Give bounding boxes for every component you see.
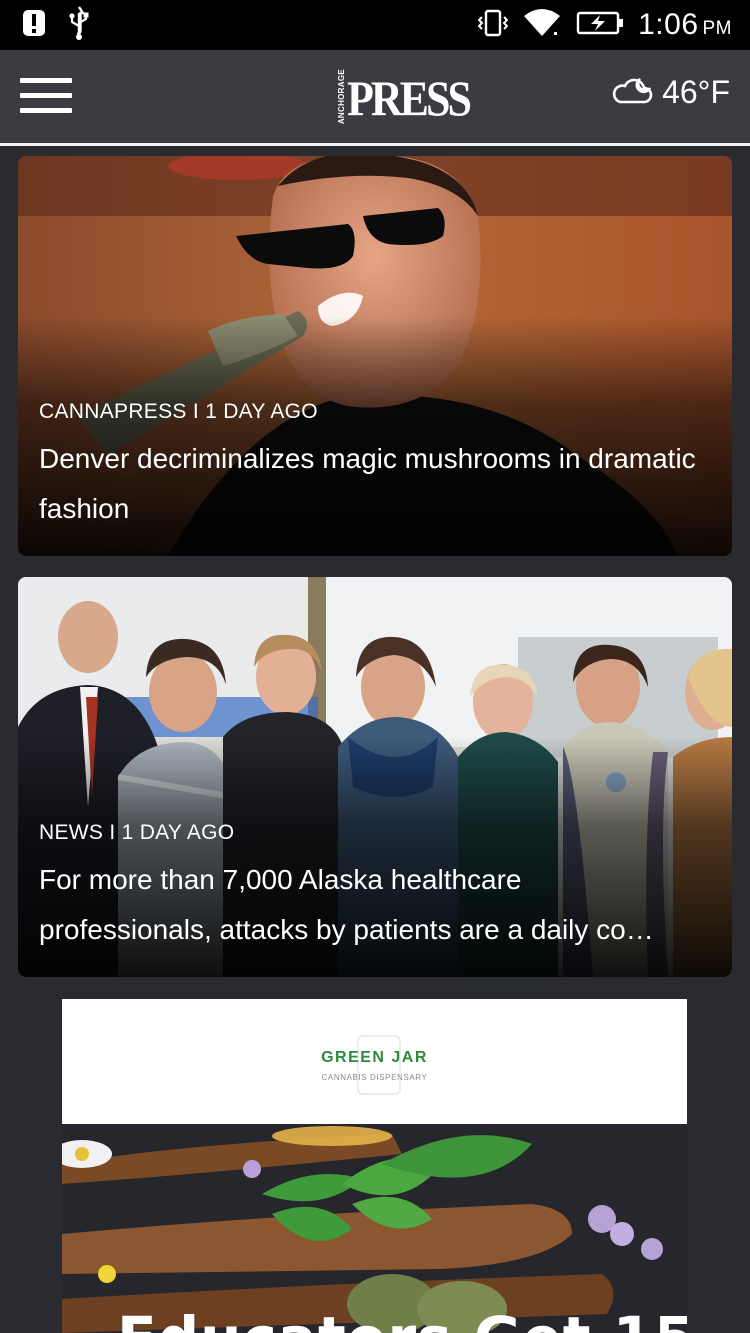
article-title: Denver decriminalizes magic mushrooms in… (39, 443, 696, 524)
ad-headline: Educators Get 15% (117, 1304, 687, 1333)
weather-widget[interactable]: 46°F (612, 74, 730, 111)
article-card[interactable]: NEWS I 1 DAY AGO For more than 7,000 Ala… (18, 577, 732, 977)
menu-bar (20, 78, 72, 83)
menu-bar (20, 93, 72, 98)
vibrate-icon (477, 9, 509, 42)
article-title-line: professionals, attacks by patients are a… (39, 914, 654, 945)
status-bar: 1:06 PM (0, 0, 750, 50)
clock-ampm: PM (702, 18, 732, 39)
menu-bar (20, 108, 72, 113)
logo-text: PRESS (347, 71, 472, 127)
article-meta: NEWS I 1 DAY AGO (39, 821, 235, 844)
article-title-line: For more than 7,000 Alaska healthcare (39, 864, 522, 895)
hamburger-menu-button[interactable] (20, 78, 72, 116)
clock: 1:06 PM (638, 8, 732, 42)
ad-brand: GREEN JAR (321, 1049, 428, 1066)
logo-small-text: ANCHORAGE (337, 68, 346, 124)
cloud-moon-icon (612, 74, 654, 111)
alert-notification-icon (22, 9, 46, 42)
app-logo[interactable]: ANCHORAGE PRESS (337, 68, 472, 127)
article-title: For more than 7,000 Alaska healthcare pr… (39, 855, 719, 955)
ad-tagline: CANNABIS DISPENSARY (321, 1073, 428, 1082)
article-card[interactable]: CANNAPRESS I 1 DAY AGO Denver decriminal… (18, 156, 732, 556)
clock-time: 1:06 (638, 8, 699, 41)
ad-image (62, 1124, 687, 1333)
header-divider (0, 143, 750, 146)
temperature: 46°F (662, 74, 730, 110)
usb-icon (68, 5, 90, 45)
ad-header: GREEN JAR CANNABIS DISPENSARY (62, 999, 687, 1124)
wifi-icon (522, 8, 562, 43)
article-meta: CANNAPRESS I 1 DAY AGO (39, 400, 318, 423)
app-bar: ANCHORAGE PRESS 46°F (0, 50, 750, 143)
battery-charging-icon (576, 10, 624, 41)
advertisement-banner[interactable]: GREEN JAR CANNABIS DISPENSARY Educators … (62, 999, 687, 1333)
